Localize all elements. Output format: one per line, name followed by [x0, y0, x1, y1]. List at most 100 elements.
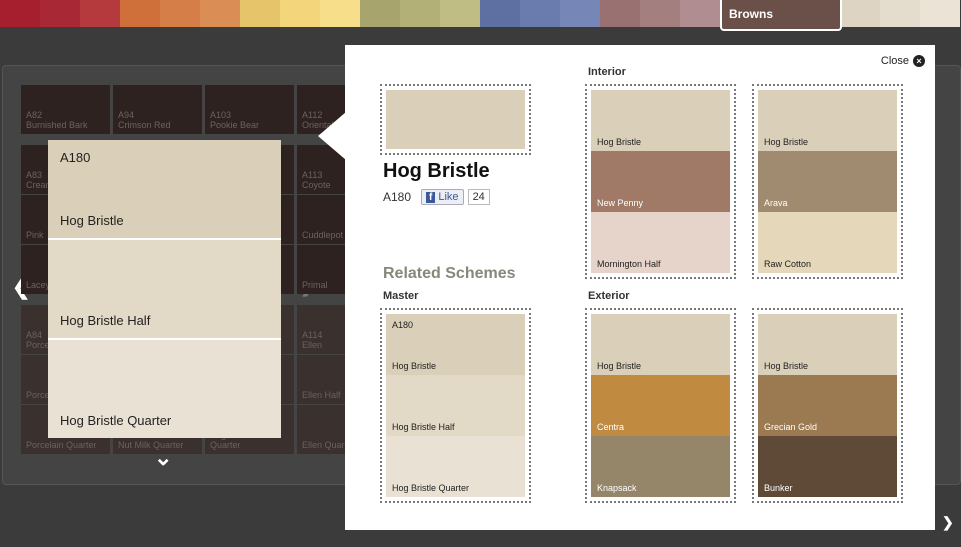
swatch-code	[597, 436, 724, 442]
swatch-name: Hog Bristle	[597, 361, 642, 371]
scheme-swatch[interactable]: Arava	[758, 151, 897, 212]
swatch-name: Bunker	[764, 483, 793, 493]
grid-colour-tile[interactable]: A82 Burnished Bark	[21, 85, 110, 134]
scheme-swatch[interactable]: Knapsack	[591, 436, 730, 497]
tile-name: Nut Milk Quarter	[118, 440, 184, 450]
swatch-name: Grecian Gold	[764, 422, 818, 432]
swatch-code	[392, 436, 519, 442]
palette-swatch[interactable]	[80, 0, 120, 27]
palette-swatch[interactable]	[640, 0, 680, 27]
hover-swatch[interactable]: Hog Bristle Quarter	[48, 340, 281, 438]
palette-swatch[interactable]	[840, 0, 880, 27]
interior-scheme-1[interactable]: Hog Bristle New Penny Mornington Half	[585, 84, 736, 279]
close-button[interactable]: Close ×	[881, 55, 925, 67]
scheme-swatch[interactable]: Hog Bristle	[591, 314, 730, 375]
palette-swatch[interactable]	[320, 0, 360, 27]
grid-colour-tile[interactable]: A103 Pookie Bear	[205, 85, 294, 134]
interior-scheme-2[interactable]: Hog Bristle Arava Raw Cotton	[752, 84, 903, 279]
hover-name: Hog Bristle Quarter	[60, 413, 172, 428]
swatch-name: Mornington Half	[597, 259, 661, 269]
tile-code: A94	[118, 110, 135, 120]
swatch-code	[764, 436, 891, 442]
main-swatch	[386, 90, 525, 149]
hover-code: A180	[60, 150, 91, 165]
scheme-swatch[interactable]: Centra	[591, 375, 730, 436]
swatch-name: New Penny	[597, 198, 644, 208]
popup-pointer	[318, 112, 346, 160]
swatch-name: Hog Bristle	[764, 361, 809, 371]
scheme-swatch[interactable]: Hog Bristle Half	[386, 375, 525, 436]
swatch-name: Hog Bristle Quarter	[392, 483, 470, 493]
swatch-code	[597, 212, 724, 218]
palette-swatch[interactable]	[440, 0, 480, 27]
exterior-scheme-1[interactable]: Hog Bristle Centra Knapsack	[585, 308, 736, 503]
palette-swatch[interactable]	[480, 0, 520, 27]
palette-swatch[interactable]	[600, 0, 640, 27]
scheme-swatch[interactable]: Hog Bristle	[591, 90, 730, 151]
tile-name: Crimson Red	[118, 120, 171, 130]
scheme-swatch[interactable]: A180 Hog Bristle	[386, 314, 525, 375]
swatch-code	[764, 375, 891, 381]
scheme-swatch[interactable]: Bunker	[758, 436, 897, 497]
hover-swatch[interactable]: A180 Hog Bristle	[48, 140, 281, 238]
swatch-code	[597, 90, 724, 96]
facebook-like-button[interactable]: f Like	[421, 189, 464, 205]
master-scheme[interactable]: A180 Hog Bristle Hog Bristle Half Hog Brist…	[380, 308, 531, 503]
like-count: 24	[467, 189, 490, 205]
scheme-swatch[interactable]: Hog Bristle Quarter	[386, 436, 525, 497]
palette-swatch[interactable]	[120, 0, 160, 27]
swatch-name: Hog Bristle	[764, 137, 809, 147]
colour-title: Hog Bristle	[383, 160, 490, 182]
palette-swatch[interactable]	[400, 0, 440, 27]
scheme-swatch[interactable]: Raw Cotton	[758, 212, 897, 273]
tile-name: Porcelain Quarter	[26, 440, 97, 450]
scheme-swatch[interactable]: Grecian Gold	[758, 375, 897, 436]
palette-swatch[interactable]	[920, 0, 960, 27]
tile-code: A82	[26, 110, 43, 120]
master-label: Master	[383, 290, 419, 302]
swatch-code	[597, 375, 724, 381]
swatch-name: Arava	[764, 198, 788, 208]
swatch-name: Hog Bristle	[597, 137, 642, 147]
palette-swatch[interactable]	[680, 0, 720, 27]
palette-swatch[interactable]	[200, 0, 240, 27]
swatch-name: Knapsack	[597, 483, 637, 493]
palette-swatch[interactable]	[0, 0, 40, 27]
scheme-swatch[interactable]: New Penny	[591, 151, 730, 212]
close-label: Close	[880, 55, 909, 67]
grid-colour-tile[interactable]: A94 Crimson Red	[113, 85, 202, 134]
palette-swatch[interactable]	[560, 0, 600, 27]
scheme-swatch[interactable]: Hog Bristle	[758, 314, 897, 375]
swatch-name: Raw Cotton	[764, 259, 812, 269]
swatch-code	[764, 90, 891, 96]
tile-name: Burnished Bark	[26, 120, 88, 130]
related-schemes-heading: Related Schemes	[383, 265, 516, 282]
tile-code: A103	[210, 110, 232, 120]
swatch-code	[597, 151, 724, 157]
hover-swatch[interactable]: Hog Bristle Half	[48, 240, 281, 338]
interior-label: Interior	[588, 66, 626, 78]
swatch-name: Hog Bristle	[392, 361, 437, 371]
swatch-code	[392, 375, 519, 381]
palette-swatch[interactable]	[880, 0, 920, 27]
close-icon: ×	[913, 55, 925, 67]
scheme-swatch[interactable]: Hog Bristle	[758, 90, 897, 151]
palette-swatch[interactable]	[40, 0, 80, 27]
palette-swatch[interactable]	[160, 0, 200, 27]
tile-name: Pookie Bear	[210, 120, 260, 130]
like-label: Like	[438, 191, 459, 203]
gallery-link-arrow-icon[interactable]: ❯	[942, 514, 954, 531]
exterior-scheme-2[interactable]: Hog Bristle Grecian Gold Bunker	[752, 308, 903, 503]
palette-swatch[interactable]	[360, 0, 400, 27]
swatch-code: A180	[392, 320, 414, 330]
palette-swatch[interactable]	[520, 0, 560, 27]
palette-swatch[interactable]	[240, 0, 280, 27]
swatch-name: Centra	[597, 422, 625, 432]
colour-code: A180	[383, 190, 412, 204]
colour-detail-popup: Close × Hog Bristle A180 f Like 24 Relate…	[345, 45, 935, 530]
scheme-swatch[interactable]: Mornington Half	[591, 212, 730, 273]
hover-colour-card[interactable]: A180 Hog Bristle Hog Bristle Half Hog Brist…	[48, 140, 281, 438]
palette-swatch[interactable]	[280, 0, 320, 27]
palette-tab-browns[interactable]: Browns	[720, 0, 842, 31]
facebook-icon: f	[426, 191, 436, 203]
